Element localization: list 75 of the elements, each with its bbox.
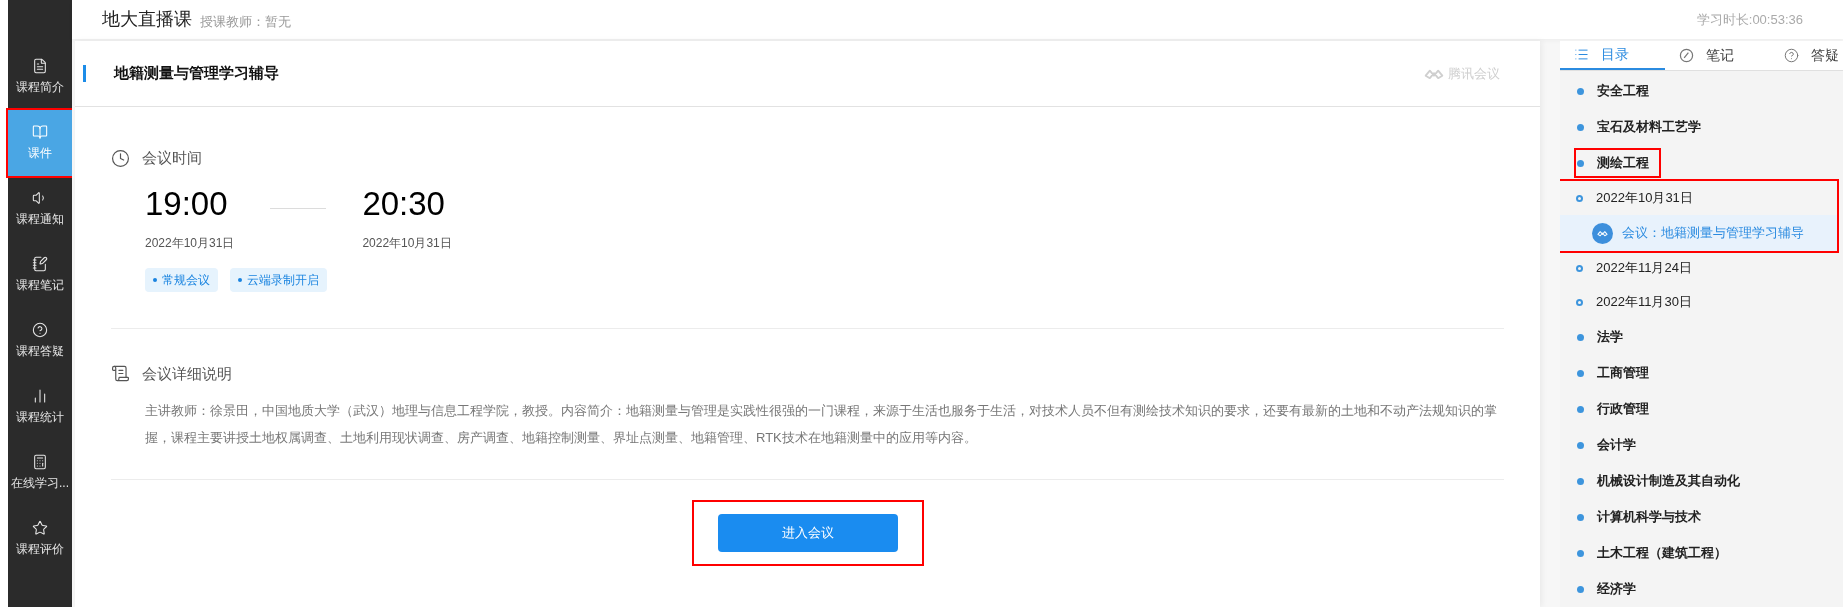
- catalog-item[interactable]: 计算机科学与技术: [1576, 504, 1711, 530]
- title-accent-bar: [83, 65, 86, 82]
- meeting-title: 地籍测量与管理学习辅导: [114, 63, 279, 84]
- meeting-tag: 云端录制开启: [230, 267, 327, 292]
- bullet-icon: [1577, 549, 1584, 557]
- bullet-icon: [1577, 513, 1584, 521]
- end-date: 2022年10月31日: [362, 234, 452, 252]
- help-icon: [32, 322, 48, 338]
- panel-tab[interactable]: 答疑: [1770, 41, 1843, 70]
- bullet-icon: [1577, 441, 1584, 449]
- subject-label: 会计学: [1597, 436, 1636, 455]
- calculator-icon: [32, 454, 48, 470]
- catalog-item[interactable]: 安全工程: [1576, 78, 1659, 104]
- meeting-tag: 常规会议: [145, 267, 218, 292]
- subject-label: 行政管理: [1597, 400, 1649, 419]
- sidebar-item[interactable]: 课程简介: [8, 44, 72, 110]
- bullet-icon: [1577, 87, 1584, 95]
- section-heading: 会议详细说明: [142, 363, 232, 384]
- bullet-icon: [1577, 369, 1584, 377]
- end-time: 20:30: [362, 183, 446, 224]
- clock-icon: [111, 148, 130, 168]
- subject-label: 计算机科学与技术: [1597, 508, 1701, 527]
- subject-label: 土木工程（建筑工程）: [1597, 544, 1727, 563]
- meeting-logo-icon: [1424, 67, 1444, 80]
- section-heading: 会议时间: [142, 148, 202, 168]
- meeting-logo-icon: [1597, 229, 1608, 237]
- subject-label: 测绘工程: [1597, 154, 1649, 173]
- help-icon: [1784, 48, 1799, 63]
- panel-tab[interactable]: 笔记: [1665, 41, 1770, 70]
- app-title: 地大直播课: [102, 8, 192, 31]
- note-pen-icon: [32, 256, 48, 272]
- study-time: 学习时长:00:53:36: [1696, 10, 1803, 29]
- subject-label: 宝石及材料工艺学: [1597, 118, 1701, 137]
- bullet-icon: [1577, 477, 1584, 485]
- bullet-icon: [1577, 405, 1584, 413]
- subject-label: 安全工程: [1597, 82, 1649, 101]
- start-date: 2022年10月31日: [145, 234, 235, 252]
- catalog-item[interactable]: 会计学: [1576, 432, 1646, 458]
- sidebar-item[interactable]: 课程统计: [8, 374, 72, 440]
- bar-chart-icon: [32, 388, 48, 404]
- catalog-item[interactable]: 行政管理: [1576, 396, 1659, 422]
- sidebar-item[interactable]: 课程评价: [8, 506, 72, 572]
- sidebar-item[interactable]: 课程答疑: [8, 308, 72, 374]
- bullet-icon: [1577, 585, 1584, 593]
- star-icon: [32, 520, 48, 536]
- date-label[interactable]: 2022年10月31日: [1596, 188, 1693, 208]
- bullet-icon: [1577, 333, 1584, 341]
- catalog-item[interactable]: 土木工程（建筑工程）: [1576, 540, 1737, 566]
- teacher-label: 授课教师：暂无: [200, 12, 291, 31]
- date-label[interactable]: 2022年11月30日: [1596, 292, 1692, 312]
- catalog-item[interactable]: 机械设计制造及其自动化: [1576, 468, 1750, 494]
- start-time: 19:00: [145, 183, 229, 224]
- catalog-item[interactable]: 工商管理: [1576, 360, 1659, 386]
- sidebar-item[interactable]: 课程笔记: [8, 242, 72, 308]
- ring-bullet-icon: [1576, 298, 1583, 306]
- catalog-item[interactable]: 宝石及材料工艺学: [1576, 114, 1711, 140]
- catalog-item[interactable]: 测绘工程: [1576, 150, 1659, 176]
- meeting-description: 主讲教师：徐景田，中国地质大学（武汉）地理与信息工程学院，教授。内容简介：地籍测量与管理是实践性很强的一门课程，来源于生活也服务于生活，对技术人员不但有测绘技术知识的要求，还要有最新的土地和不动产法规知识的掌握，课程主要讲授土地权属调查、土地利用现状调查、房产调查、地籍控制测量、界址点测量、地籍管理、RTK技术在地籍测量中的应用等内容。: [145, 402, 1498, 447]
- bullet-icon: [1577, 123, 1584, 131]
- subject-label: 工商管理: [1597, 364, 1649, 383]
- book-icon: [32, 124, 48, 140]
- subject-label: 经济学: [1597, 580, 1636, 599]
- sidebar-item[interactable]: 课程通知: [8, 176, 72, 242]
- panel-tab[interactable]: 目录: [1560, 41, 1665, 70]
- ring-bullet-icon: [1576, 194, 1583, 202]
- subject-label: 法学: [1597, 328, 1623, 347]
- catalog-item[interactable]: 经济学: [1576, 576, 1646, 602]
- circle-slash-icon: [1679, 48, 1694, 63]
- bullet-icon: [1577, 159, 1584, 167]
- ring-bullet-icon: [1576, 264, 1583, 272]
- sidebar-item[interactable]: 在线学习...: [8, 440, 72, 506]
- subject-label: 机械设计制造及其自动化: [1597, 472, 1740, 491]
- list-icon: [1574, 47, 1589, 62]
- date-label[interactable]: 2022年11月24日: [1596, 258, 1692, 278]
- catalog-item[interactable]: 法学: [1576, 324, 1633, 350]
